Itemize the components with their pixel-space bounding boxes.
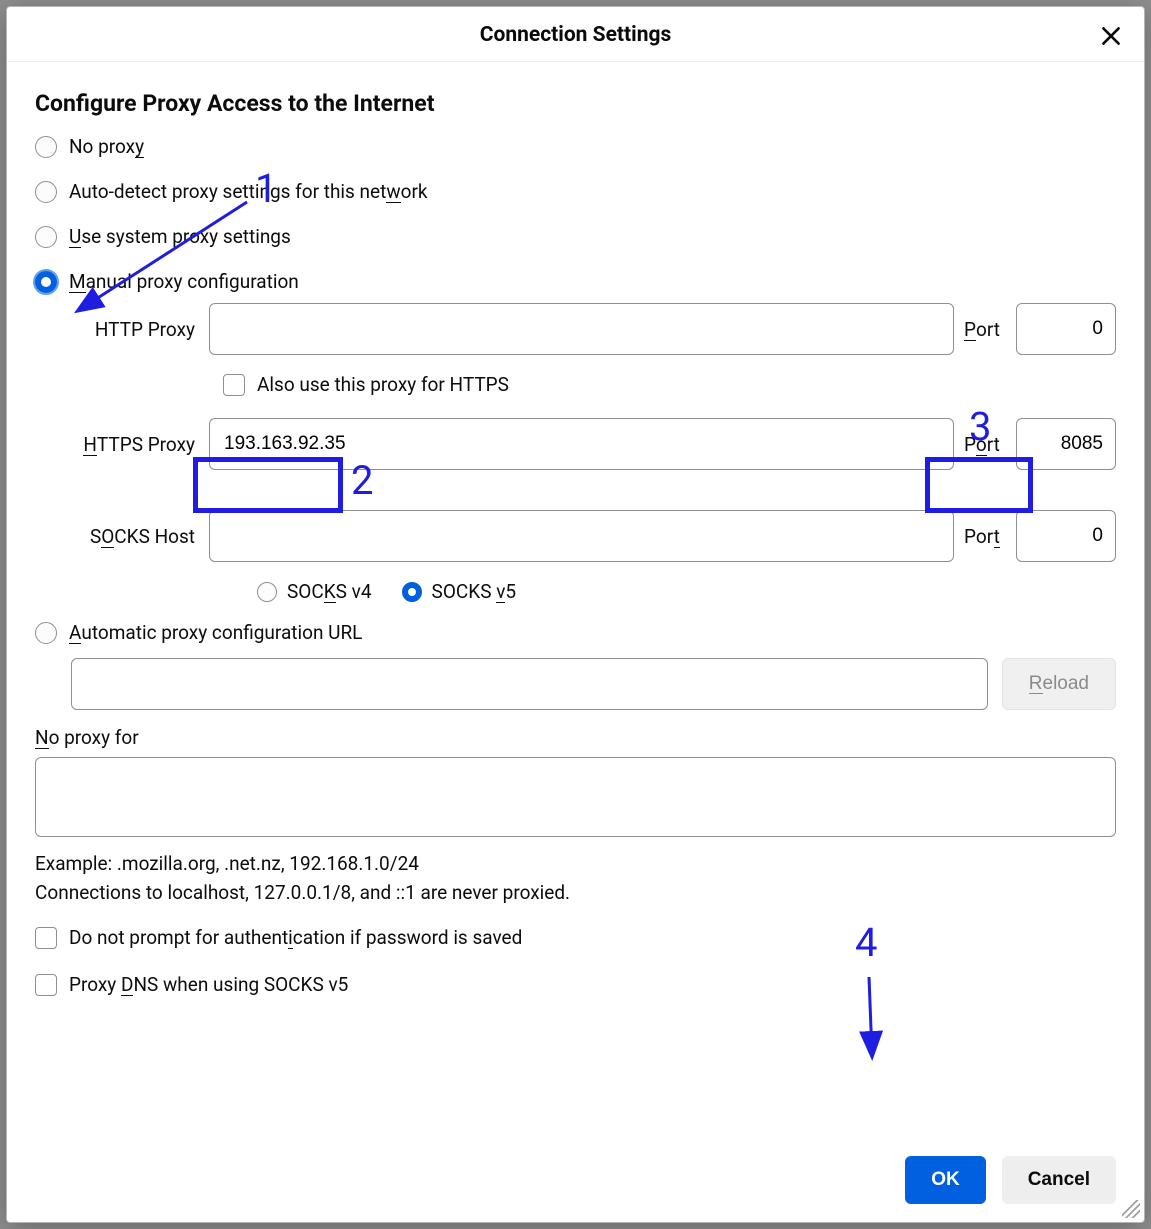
radio-socks-v4[interactable]: SOCKS v4 xyxy=(257,580,372,603)
dialog-title: Connection Settings xyxy=(480,23,672,47)
radio-icon xyxy=(35,181,57,203)
http-proxy-label: HTTP Proxy xyxy=(71,318,199,341)
checkbox-label: Do not prompt for authentication if pass… xyxy=(69,926,522,949)
socks-port-input[interactable] xyxy=(1016,510,1116,562)
cancel-button[interactable]: Cancel xyxy=(1002,1156,1116,1204)
radio-icon xyxy=(35,136,57,158)
radio-auto-detect[interactable]: Auto-detect proxy settings for this netw… xyxy=(35,180,1116,203)
section-title: Configure Proxy Access to the Internet xyxy=(35,90,1116,117)
radio-manual-proxy[interactable]: Manual proxy configuration xyxy=(35,270,1116,293)
ok-button[interactable]: OK xyxy=(905,1156,986,1204)
checkbox-icon xyxy=(35,974,57,996)
checkbox-icon xyxy=(223,374,245,396)
radio-pac-url[interactable]: Automatic proxy configuration URL xyxy=(35,621,1116,644)
socks-host-row: SOCKS Host Port xyxy=(71,510,1116,562)
https-port-input[interactable] xyxy=(1016,418,1116,470)
connection-settings-dialog: Connection Settings Configure Proxy Acce… xyxy=(6,6,1145,1223)
radio-label: Manual proxy configuration xyxy=(69,270,299,293)
dialog-header: Connection Settings xyxy=(7,7,1144,62)
close-icon[interactable] xyxy=(1098,23,1124,49)
https-proxy-label: HTTPS Proxy xyxy=(71,433,199,456)
reload-button[interactable]: Reload xyxy=(1002,658,1116,710)
radio-socks-v5[interactable]: SOCKS v5 xyxy=(402,580,517,603)
radio-label: No proxy xyxy=(69,135,144,158)
radio-icon xyxy=(257,582,277,602)
socks-host-input[interactable] xyxy=(209,510,954,562)
http-proxy-row: HTTP Proxy Port xyxy=(71,303,1116,355)
dialog-footer: OK Cancel xyxy=(7,1146,1144,1222)
pac-url-row: Reload xyxy=(71,658,1116,710)
checkbox-proxy-dns-socks5[interactable]: Proxy DNS when using SOCKS v5 xyxy=(35,973,1116,996)
http-proxy-input[interactable] xyxy=(209,303,954,355)
manual-proxy-group: HTTP Proxy Port Also use this proxy for … xyxy=(71,303,1116,603)
socks-port-label: Port xyxy=(964,525,1006,548)
radio-label: SOCKS v5 xyxy=(432,580,517,603)
radio-system-proxy[interactable]: Use system proxy settings xyxy=(35,225,1116,248)
radio-label: Auto-detect proxy settings for this netw… xyxy=(69,180,428,203)
radio-label: Automatic proxy configuration URL xyxy=(69,621,362,644)
radio-icon xyxy=(35,622,57,644)
radio-icon xyxy=(35,226,57,248)
checkbox-label: Also use this proxy for HTTPS xyxy=(257,373,509,396)
radio-label: Use system proxy settings xyxy=(69,225,291,248)
example-hint: Example: .mozilla.org, .net.nz, 192.168.… xyxy=(35,852,1116,875)
pac-url-input[interactable] xyxy=(71,658,988,710)
checkbox-icon xyxy=(35,927,57,949)
https-proxy-row: HTTPS Proxy Port xyxy=(71,418,1116,470)
radio-label: SOCKS v4 xyxy=(287,580,372,603)
radio-icon-selected xyxy=(35,271,57,293)
resize-grip-icon[interactable] xyxy=(1122,1200,1140,1218)
socks-host-label: SOCKS Host xyxy=(71,525,199,548)
radio-icon-selected xyxy=(402,582,422,602)
http-port-input[interactable] xyxy=(1016,303,1116,355)
no-proxy-for-input[interactable] xyxy=(35,757,1116,837)
https-proxy-input[interactable] xyxy=(209,418,954,470)
footer-checks: Do not prompt for authentication if pass… xyxy=(35,926,1116,996)
no-proxy-for-label: No proxy for xyxy=(35,726,1116,749)
dialog-body: Configure Proxy Access to the Internet N… xyxy=(7,62,1144,1146)
socks-version-group: SOCKS v4 SOCKS v5 xyxy=(257,580,1116,603)
checkbox-label: Proxy DNS when using SOCKS v5 xyxy=(69,973,348,996)
never-proxied-hint: Connections to localhost, 127.0.0.1/8, a… xyxy=(35,881,1116,904)
checkbox-no-prompt-auth[interactable]: Do not prompt for authentication if pass… xyxy=(35,926,1116,949)
radio-no-proxy[interactable]: No proxy xyxy=(35,135,1116,158)
https-port-label: Port xyxy=(964,433,1006,456)
also-use-https-row[interactable]: Also use this proxy for HTTPS xyxy=(223,373,1116,396)
http-port-label: Port xyxy=(964,318,1006,341)
